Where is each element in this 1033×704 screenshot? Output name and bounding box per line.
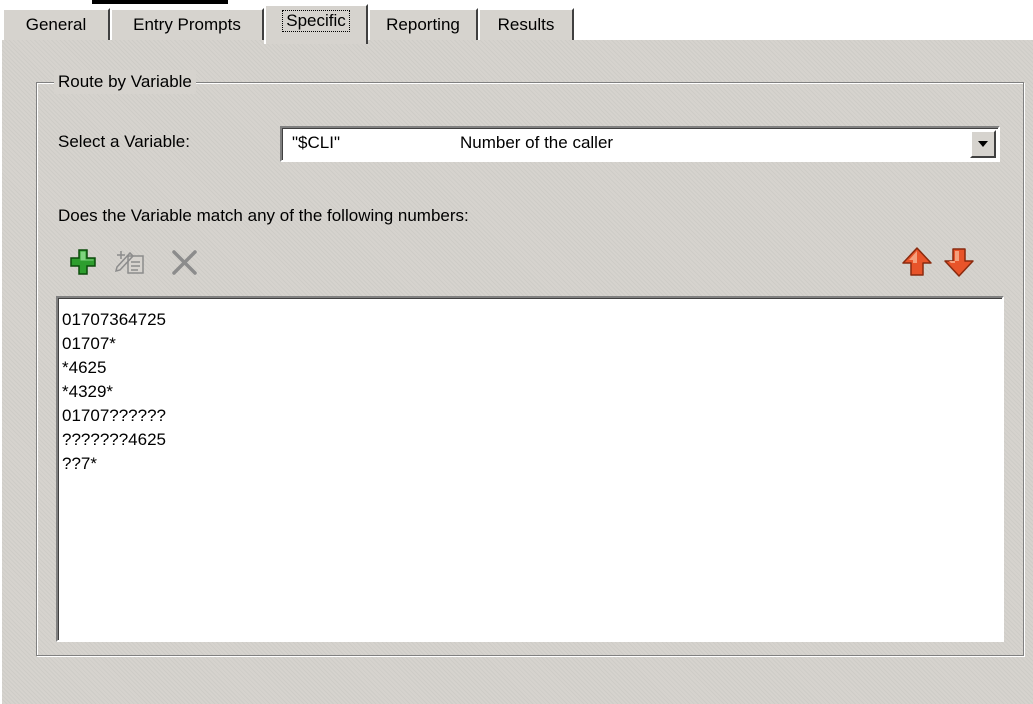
tab-results[interactable]: Results <box>478 8 574 40</box>
variable-select[interactable]: "$CLI" Number of the caller <box>280 126 1000 162</box>
delete-number-button[interactable] <box>166 244 204 280</box>
number-list[interactable]: 01707364725 01707* *4625 *4329* 01707???… <box>56 296 1004 642</box>
move-down-button[interactable] <box>940 244 978 280</box>
list-item[interactable]: 01707364725 <box>62 308 1002 332</box>
list-item[interactable]: *4329* <box>62 380 1002 404</box>
group-legend: Route by Variable <box>54 70 196 94</box>
window-title-fragment <box>92 0 228 4</box>
tab-results-label: Results <box>497 15 555 34</box>
edit-number-button[interactable] <box>112 244 150 280</box>
arrow-up-icon <box>902 247 932 276</box>
select-variable-label: Select a Variable: <box>58 132 190 151</box>
list-item[interactable]: 01707* <box>62 332 1002 356</box>
tab-general[interactable]: General <box>2 8 110 40</box>
tab-specific-label: Specific <box>282 10 350 32</box>
edit-icon <box>114 251 144 274</box>
tab-general-label: General <box>25 15 87 34</box>
tab-entry-prompts[interactable]: Entry Prompts <box>110 8 264 40</box>
variable-select-value: "$CLI" <box>292 133 340 152</box>
chevron-down-icon <box>978 141 988 147</box>
tab-entry-prompts-label: Entry Prompts <box>133 15 241 34</box>
list-item[interactable]: *4625 <box>62 356 1002 380</box>
variable-select-description: Number of the caller <box>460 133 614 152</box>
move-up-button[interactable] <box>898 244 936 280</box>
list-item[interactable]: ???????4625 <box>62 428 1002 452</box>
list-item[interactable]: 01707?????? <box>62 404 1002 428</box>
dropdown-button[interactable] <box>970 130 996 158</box>
tab-specific[interactable]: Specific <box>264 4 368 44</box>
tab-reporting[interactable]: Reporting <box>368 8 478 40</box>
add-number-button[interactable] <box>64 244 102 280</box>
match-prompt-label: Does the Variable match any of the follo… <box>58 206 469 225</box>
add-plus-icon <box>70 249 96 275</box>
list-item[interactable]: ??7* <box>62 452 1002 476</box>
tab-reporting-label: Reporting <box>386 15 460 34</box>
delete-x-icon <box>172 250 197 275</box>
arrow-down-icon <box>944 248 974 277</box>
